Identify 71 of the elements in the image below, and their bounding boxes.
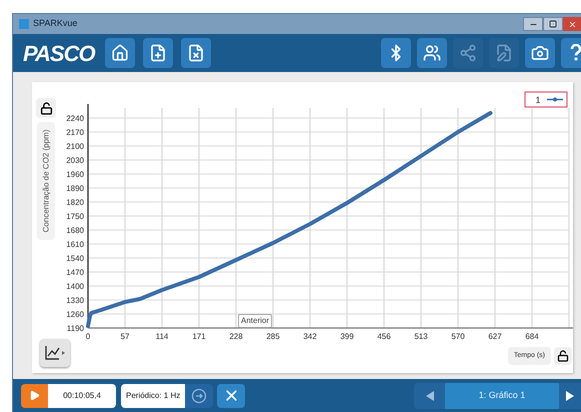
x-tick-label: 684 bbox=[525, 332, 539, 341]
home-icon bbox=[110, 44, 129, 62]
y-tick-label: 1400 bbox=[66, 282, 84, 291]
y-tick-label: 1330 bbox=[66, 296, 84, 305]
users-button[interactable] bbox=[417, 38, 447, 68]
legend[interactable]: 1 bbox=[524, 92, 568, 108]
camera-icon bbox=[531, 44, 549, 62]
x-tick-label: 0 bbox=[86, 332, 90, 341]
logo: PASCO bbox=[23, 40, 95, 68]
y-tick-label: 1680 bbox=[66, 226, 84, 235]
unlocked-icon bbox=[40, 102, 52, 114]
x-tick-label: 342 bbox=[303, 332, 317, 341]
y-tick-label: 2240 bbox=[66, 114, 84, 123]
y-tick-label: 1540 bbox=[66, 254, 84, 263]
x-tick-label: 228 bbox=[229, 332, 243, 341]
close-icon bbox=[568, 20, 576, 28]
sampling-rate-button[interactable]: Periódico: 1 Hz bbox=[121, 384, 186, 408]
share-icon bbox=[459, 44, 477, 62]
x-tick-label: 627 bbox=[488, 332, 502, 341]
y-tick-label: 2100 bbox=[66, 142, 84, 151]
minimize-button[interactable] bbox=[523, 17, 543, 31]
right-arrow-icon bbox=[566, 390, 574, 400]
help-icon bbox=[570, 44, 581, 62]
unlocked-icon bbox=[557, 350, 569, 362]
y-tick-label: 1190 bbox=[66, 324, 84, 333]
y-tick-label: 1820 bbox=[66, 198, 84, 207]
lock-button[interactable] bbox=[554, 347, 572, 365]
y-tick-label: 1470 bbox=[66, 268, 84, 277]
bluetooth-button[interactable] bbox=[381, 38, 411, 68]
next-page-button[interactable] bbox=[559, 382, 581, 408]
sampling-mode-button[interactable] bbox=[185, 384, 214, 408]
legend-label: 1 bbox=[535, 95, 541, 105]
play-icon bbox=[29, 390, 40, 401]
lock-button[interactable] bbox=[36, 98, 56, 118]
y-tick-label: 1890 bbox=[66, 184, 84, 193]
y-tick-label: 2170 bbox=[66, 128, 84, 137]
app-icon bbox=[19, 19, 29, 29]
x-tick-label: 570 bbox=[451, 332, 465, 341]
graph-icon bbox=[44, 345, 66, 361]
y-axis-button[interactable]: Concentração de CO2 (ppm) bbox=[37, 122, 55, 240]
x-tick-label: 171 bbox=[192, 332, 206, 341]
x-tick-label: 513 bbox=[414, 332, 428, 341]
maximize-icon bbox=[549, 20, 557, 28]
page-title: 1: Gráfico 1 bbox=[445, 382, 559, 408]
elapsed-time: 00:10:05,4 bbox=[48, 384, 116, 408]
x-tick-label: 399 bbox=[340, 332, 354, 341]
x-tick-label: 114 bbox=[156, 332, 168, 341]
file-plus-icon bbox=[148, 44, 167, 62]
delete-page-button[interactable] bbox=[180, 38, 211, 68]
camera-button[interactable] bbox=[525, 38, 555, 68]
x-tick-label: 456 bbox=[377, 332, 391, 341]
y-tick-label: 1960 bbox=[66, 170, 84, 179]
left-arrow-icon bbox=[426, 390, 434, 400]
tools-button[interactable] bbox=[217, 384, 246, 408]
file-pen-icon bbox=[495, 44, 513, 62]
x-tick-label: 285 bbox=[266, 332, 280, 341]
play-button[interactable] bbox=[21, 384, 48, 408]
users-icon bbox=[423, 44, 441, 62]
previous-page-button[interactable] bbox=[414, 382, 445, 408]
graph-tools-button[interactable] bbox=[40, 339, 70, 367]
new-page-button[interactable] bbox=[142, 38, 173, 68]
x-tick-label: 57 bbox=[120, 332, 130, 341]
y-tick-label: 1610 bbox=[66, 240, 84, 249]
y-tick-label: 2030 bbox=[66, 156, 84, 165]
tooltip: Anterior bbox=[238, 314, 272, 328]
window-title: SPARKvue bbox=[33, 17, 78, 30]
home-button[interactable] bbox=[104, 38, 135, 68]
file-x-icon bbox=[186, 44, 205, 62]
y-tick-label: 1260 bbox=[66, 310, 84, 319]
maximize-button[interactable] bbox=[543, 17, 563, 31]
y-tick-label: 1750 bbox=[66, 212, 84, 221]
